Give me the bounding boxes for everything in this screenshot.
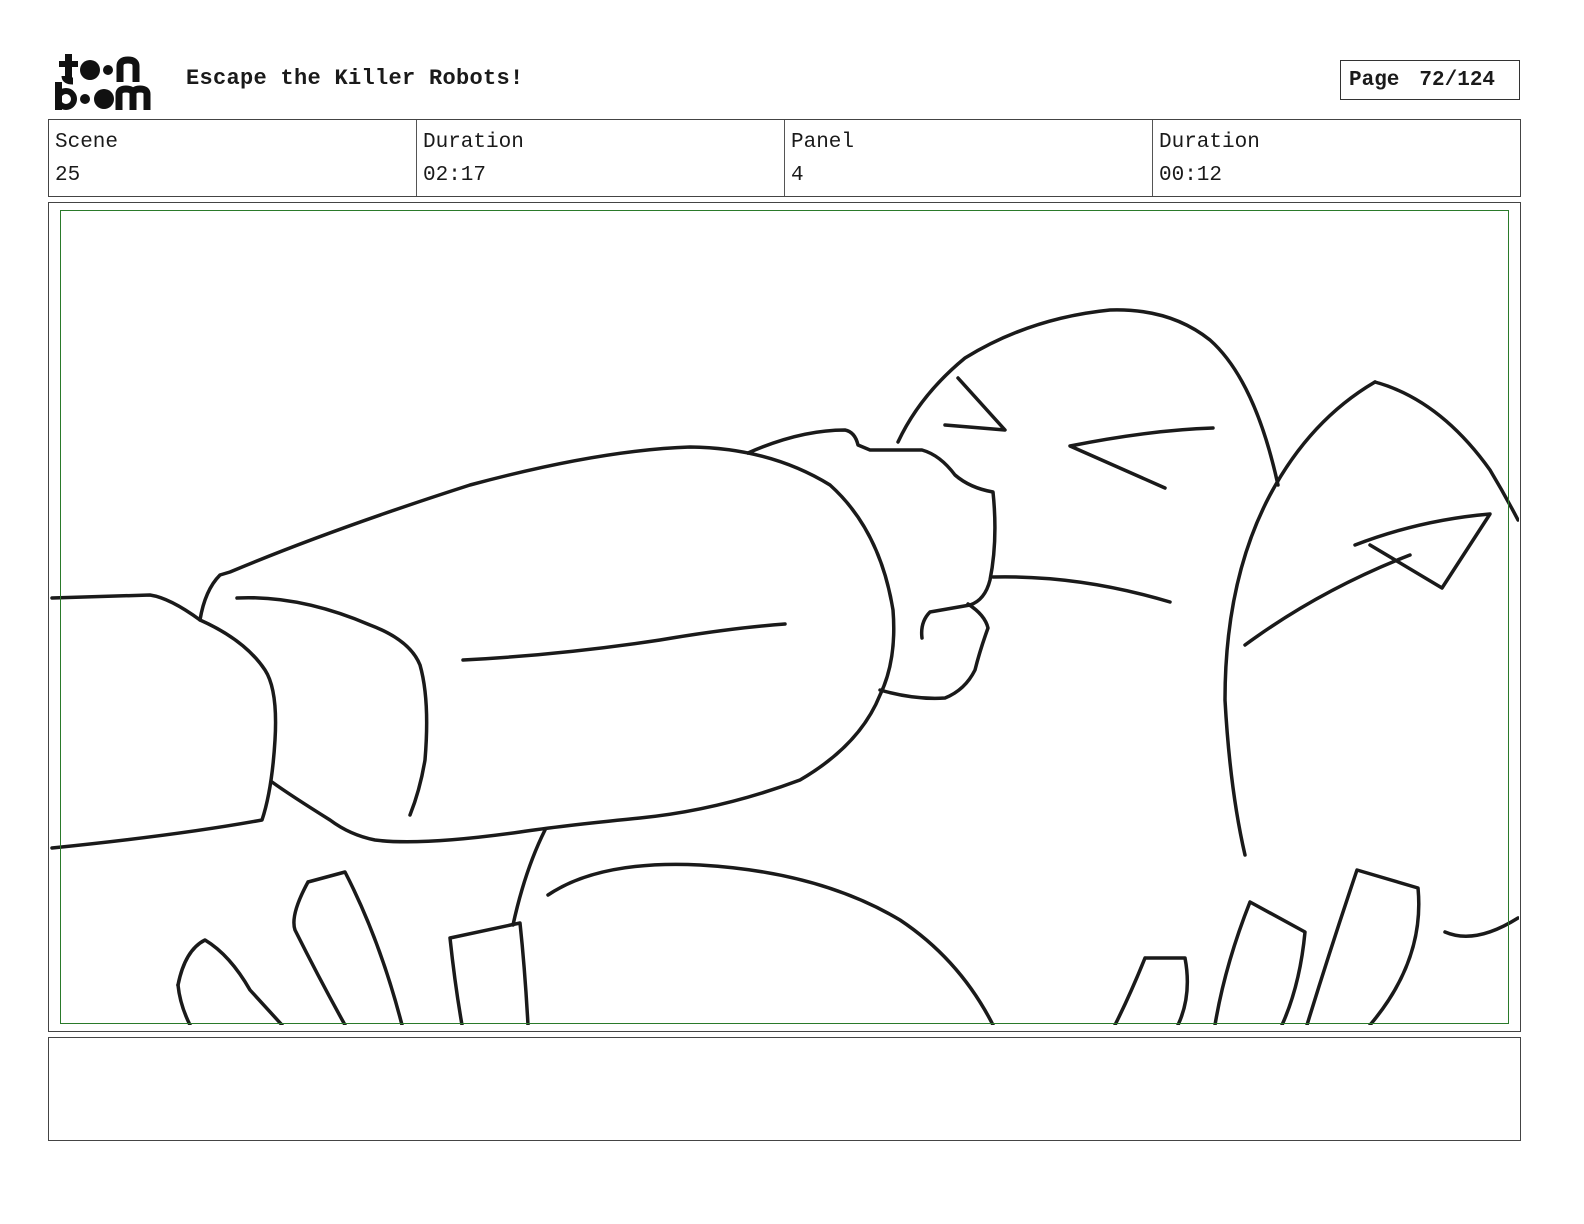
scene-duration-value: 02:17 (423, 164, 487, 187)
safe-area-guide (60, 210, 1509, 1024)
page-indicator: Page 72/124 (1340, 60, 1520, 100)
page-label: Page (1349, 68, 1400, 92)
toonboom-logo (52, 52, 164, 112)
panel-duration-value: 00:12 (1159, 164, 1223, 187)
scene-duration-cell: Duration 02:17 (417, 120, 785, 196)
scene-cell: Scene 25 (49, 120, 417, 196)
scene-value: 25 (55, 164, 81, 187)
project-title: Escape the Killer Robots! (186, 66, 524, 91)
panel-notes-area (48, 1037, 1521, 1141)
page-number: 72/124 (1419, 68, 1496, 92)
panel-duration-cell: Duration 00:12 (1153, 120, 1520, 196)
panel-info-table: Scene 25 Duration 02:17 Panel 4 Duration… (48, 119, 1521, 197)
panel-cell: Panel 4 (785, 120, 1153, 196)
panel-label: Panel (791, 131, 855, 154)
toonboom-logo-icon (55, 54, 151, 110)
panel-duration-label: Duration (1159, 131, 1260, 154)
scene-label: Scene (55, 131, 119, 154)
scene-duration-label: Duration (423, 131, 524, 154)
panel-value: 4 (791, 164, 804, 187)
